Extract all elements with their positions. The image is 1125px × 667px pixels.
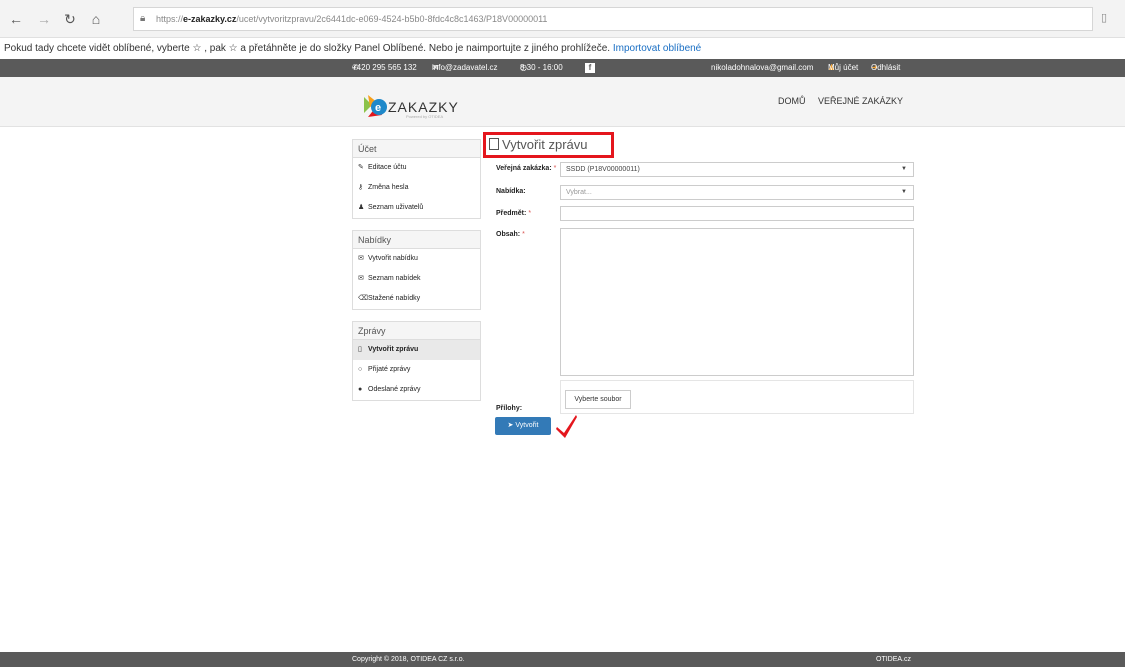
site-footer: Copyright © 2018, OTIDEA CZ s.r.o. OTIDE…: [0, 652, 1125, 667]
site-header: e ZAKAZKY Powered by OTIDEA DOMŮ VEŘEJNÉ…: [0, 77, 1125, 127]
comment-icon: ○: [358, 366, 363, 373]
back-icon[interactable]: ←: [6, 9, 26, 29]
sidebar-item-offer-list[interactable]: ✉ Seznam nabídek: [353, 269, 480, 289]
key-icon: ⚷: [358, 184, 364, 191]
messages-panel: Zprávy ▯ Vytvořit zprávu ○ Přijaté zprávy …: [352, 321, 481, 401]
offers-panel: Nabídky ✉ Vytvořit nabídku ✉ Seznam nabíde…: [352, 230, 481, 310]
page-title: Vytvořit zprávu: [483, 132, 614, 158]
envelope-filled-icon: ✉: [358, 275, 364, 282]
contract-select[interactable]: SSDD (P18V00000011) ▼: [560, 162, 914, 177]
sidebar-item-create-message[interactable]: ▯ Vytvořit zprávu: [353, 340, 480, 360]
sidebar-item-change-password[interactable]: ⚷ Změna hesla: [353, 178, 480, 198]
sidebar-item-edit-account[interactable]: ✎ Editace účtu: [353, 158, 480, 178]
copyright-text: Copyright © 2018, OTIDEA CZ s.r.o.: [352, 656, 465, 663]
document-icon: [489, 138, 499, 150]
favorites-bar: Pokud tady chcete vidět oblíbené, vybert…: [0, 38, 1125, 59]
sidebar-item-create-offer[interactable]: ✉ Vytvořit nabídku: [353, 249, 480, 269]
logo-mark-icon: e: [364, 95, 387, 117]
chevron-down-icon: ▼: [901, 189, 907, 195]
users-icon: ♟: [358, 204, 365, 211]
envelope-icon: ✉: [358, 255, 364, 262]
reading-view-icon[interactable]: ▯: [1101, 11, 1115, 25]
choose-file-button[interactable]: Vyberte soubor: [565, 390, 631, 409]
lock-icon: 🔒︎: [140, 13, 146, 24]
footer-brand-link[interactable]: OTIDEA.cz: [876, 652, 911, 667]
body-label: Obsah: *: [496, 231, 525, 238]
browser-address-bar: ← → ↻ ⌂ 🔒︎ https://e-zakazky.cz/ucet/vyt…: [0, 0, 1125, 38]
account-panel: Účet ✎ Editace účtu ⚷ Změna hesla ♟ Seznam …: [352, 139, 481, 219]
url-field[interactable]: 🔒︎ https://e-zakazky.cz/ucet/vytvoritzpr…: [133, 7, 1093, 31]
forward-icon[interactable]: →: [34, 9, 54, 29]
attachments-label: Přílohy:: [496, 405, 523, 412]
contact-bar: ✆ +420 295 565 132 ✉ info@zadavatel.cz ◷…: [0, 59, 1125, 77]
contract-label: Veřejná zakázka: *: [496, 165, 557, 172]
document-icon: ▯: [358, 346, 362, 353]
nav-public-contracts[interactable]: VEŘEJNÉ ZAKÁZKY: [818, 96, 903, 106]
offers-panel-title: Nabídky: [353, 231, 480, 249]
comment-filled-icon: ●: [358, 386, 363, 393]
offer-label: Nabídka:: [496, 188, 526, 195]
sidebar-item-withdrawn-offers[interactable]: ⌫Stažené nabídky: [353, 289, 480, 309]
nav-home[interactable]: DOMŮ: [778, 96, 806, 106]
facebook-icon[interactable]: f: [585, 63, 595, 73]
edit-icon: ✎: [358, 164, 364, 171]
offer-select[interactable]: Vybrat... ▼: [560, 185, 914, 200]
sidebar-item-received-messages[interactable]: ○ Přijaté zprávy: [353, 360, 480, 380]
chevron-down-icon: ▼: [901, 166, 907, 172]
sidebar-item-sent-messages[interactable]: ● Odeslané zprávy: [353, 380, 480, 400]
subject-input[interactable]: [560, 206, 914, 221]
svg-text:e: e: [375, 102, 381, 114]
body-textarea[interactable]: [560, 228, 914, 376]
create-message-button[interactable]: ➤ Vytvořit: [495, 417, 551, 435]
subject-label: Předmět: *: [496, 210, 532, 217]
user-email: nikoladohnalova@gmail.com: [711, 63, 814, 72]
checkmark-icon: [556, 415, 577, 438]
refresh-icon[interactable]: ↻: [60, 9, 80, 29]
home-icon[interactable]: ⌂: [86, 9, 106, 29]
trash-icon: ⌫: [358, 295, 368, 302]
account-panel-title: Účet: [353, 140, 480, 158]
import-favorites-link[interactable]: Importovat oblíbené: [613, 43, 701, 54]
messages-panel-title: Zprávy: [353, 322, 480, 340]
sidebar-item-users[interactable]: ♟ Seznam uživatelů: [353, 198, 480, 218]
